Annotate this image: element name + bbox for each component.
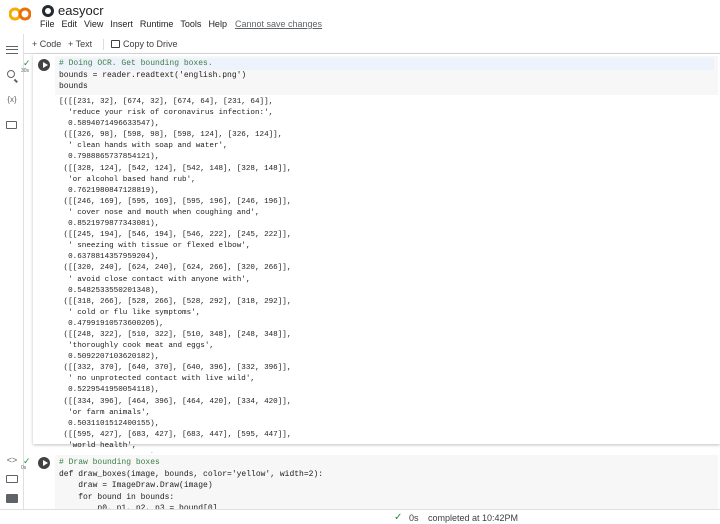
cell-2-exec-time: 0s — [21, 465, 27, 471]
code-cell-1[interactable]: # Doing OCR. Get bounding boxes. bounds … — [33, 54, 720, 494]
status-bar: ✓ 0s completed at 10:42PM — [0, 509, 720, 524]
output-line: [([[231, 32], [674, 32], [674, 64], [231… — [59, 98, 274, 106]
output-line: ' sneezing with tissue or flexed elbow', — [59, 242, 251, 251]
cell-1-output: [([[231, 32], [674, 32], [674, 64], [231… — [59, 97, 291, 496]
cell-1-editor[interactable]: # Doing OCR. Get bounding boxes. bounds … — [55, 56, 718, 95]
menu-edit[interactable]: Edit — [62, 19, 78, 29]
status-duration: 0s — [409, 513, 419, 523]
copy-to-drive-label: Copy to Drive — [123, 39, 178, 49]
github-icon — [42, 4, 54, 17]
menu-runtime[interactable]: Runtime — [140, 19, 174, 29]
output-line: ' cover nose and mouth when coughing and… — [59, 208, 260, 217]
output-line: 0.5229541950054118), — [59, 386, 160, 395]
files-icon[interactable] — [6, 121, 18, 133]
output-line: ([[595, 427], [683, 427], [683, 447], [5… — [59, 430, 292, 439]
search-icon[interactable] — [7, 70, 19, 82]
run-cell-2-button[interactable] — [38, 457, 50, 469]
toolbar-divider — [103, 39, 104, 50]
menu-file[interactable]: File — [40, 19, 55, 29]
output-line: 'or alcohol based hand rub', — [59, 175, 196, 184]
command-palette-icon[interactable] — [6, 475, 18, 487]
variables-icon[interactable]: {x} — [6, 94, 18, 106]
code-line: draw = ImageDraw.Draw(image) — [59, 481, 213, 490]
menu-bar: File Edit View Insert Runtime Tools Help… — [40, 19, 329, 29]
output-line: ([[318, 266], [528, 266], [528, 292], [3… — [59, 297, 292, 306]
cell-1-exec-time: 30s — [21, 68, 30, 74]
output-line: ' cold or flu like symptoms', — [59, 308, 201, 317]
run-cell-1-button[interactable] — [38, 59, 50, 71]
colab-logo[interactable] — [9, 6, 31, 22]
terminal-icon[interactable] — [6, 494, 18, 506]
code-line: bounds = reader.readtext('english.png') — [59, 70, 247, 80]
output-line: 0.7988865737854121), — [59, 153, 160, 162]
output-line: ([[245, 194], [546, 194], [546, 222], [2… — [59, 231, 292, 240]
drive-icon — [111, 40, 120, 48]
code-line: for bound in bounds: — [59, 492, 175, 502]
output-line: 0.5482533550201348), — [59, 286, 160, 295]
cell-2-editor[interactable]: # Draw bounding boxes def draw_boxes(ima… — [55, 455, 718, 511]
add-code-button[interactable]: + Code — [32, 39, 61, 49]
toc-icon[interactable] — [6, 46, 18, 58]
toolbar: + Code + Text Copy to Drive — [0, 34, 720, 54]
output-line: 'or farm animals', — [59, 408, 151, 417]
add-text-label: + Text — [68, 39, 93, 49]
output-line: 0.7621980847128819), — [59, 186, 160, 195]
code-line: def draw_boxes(image, bounds, color='yel… — [59, 469, 324, 479]
output-line: 0.5894071496633547), — [59, 120, 160, 129]
left-rail: {x} <> — [0, 34, 24, 524]
menu-view[interactable]: View — [84, 19, 103, 29]
output-line: 0.5031101512400155), — [59, 419, 160, 428]
status-check-icon: ✓ — [394, 512, 403, 523]
output-line: 'thoroughly cook meat and eggs', — [59, 342, 214, 351]
add-code-label: + Code — [32, 39, 62, 49]
output-line: 0.47991910573600205), — [59, 319, 164, 328]
output-line: ([[328, 124], [542, 124], [542, 148], [3… — [59, 164, 292, 173]
copy-to-drive-button[interactable]: Copy to Drive — [111, 39, 178, 49]
output-line: ([[248, 322], [510, 322], [510, 348], [2… — [59, 330, 292, 339]
menu-help[interactable]: Help — [208, 19, 227, 29]
menu-tools[interactable]: Tools — [180, 19, 201, 29]
output-line: 0.8521979877343081), — [59, 220, 160, 229]
code-line: bounds — [59, 82, 88, 91]
output-line: ([[246, 169], [595, 169], [595, 196], [2… — [59, 197, 292, 206]
save-warning-link[interactable]: Cannot save changes — [235, 19, 322, 29]
output-line: ([[332, 370], [640, 370], [640, 396], [3… — [59, 364, 292, 373]
add-text-button[interactable]: + Text — [68, 39, 92, 49]
status-text[interactable]: completed at 10:42PM — [428, 513, 518, 523]
menu-insert[interactable]: Insert — [110, 19, 133, 29]
code-snippets-icon[interactable]: <> — [6, 454, 18, 466]
output-line: 0.5092207103620182), — [59, 353, 160, 362]
output-line: ([[326, 98], [598, 98], [598, 124], [326… — [59, 131, 283, 140]
code-cell-2[interactable]: # Draw bounding boxes def draw_boxes(ima… — [33, 453, 720, 513]
output-line: ' avoid close contact with anyone with', — [59, 275, 251, 284]
code-line: # Doing OCR. Get bounding boxes. — [59, 58, 714, 70]
output-line: ([[334, 396], [464, 396], [464, 420], [3… — [59, 397, 292, 406]
output-line: 0.6378814357959204), — [59, 253, 160, 262]
notebook-title[interactable]: easyocr — [42, 3, 104, 18]
code-line: # Draw bounding boxes — [59, 458, 160, 467]
notebook-name[interactable]: easyocr — [58, 3, 104, 18]
output-line: ' clean hands with soap and water', — [59, 142, 228, 151]
output-line: 'world health', — [59, 441, 137, 450]
top-bar: easyocr File Edit View Insert Runtime To… — [0, 0, 720, 34]
output-line: ' no unprotected contact with live wild'… — [59, 375, 255, 384]
output-line: 'reduce your risk of coronavirus infecti… — [59, 109, 274, 118]
output-line: ([[320, 240], [624, 240], [624, 266], [3… — [59, 264, 292, 273]
